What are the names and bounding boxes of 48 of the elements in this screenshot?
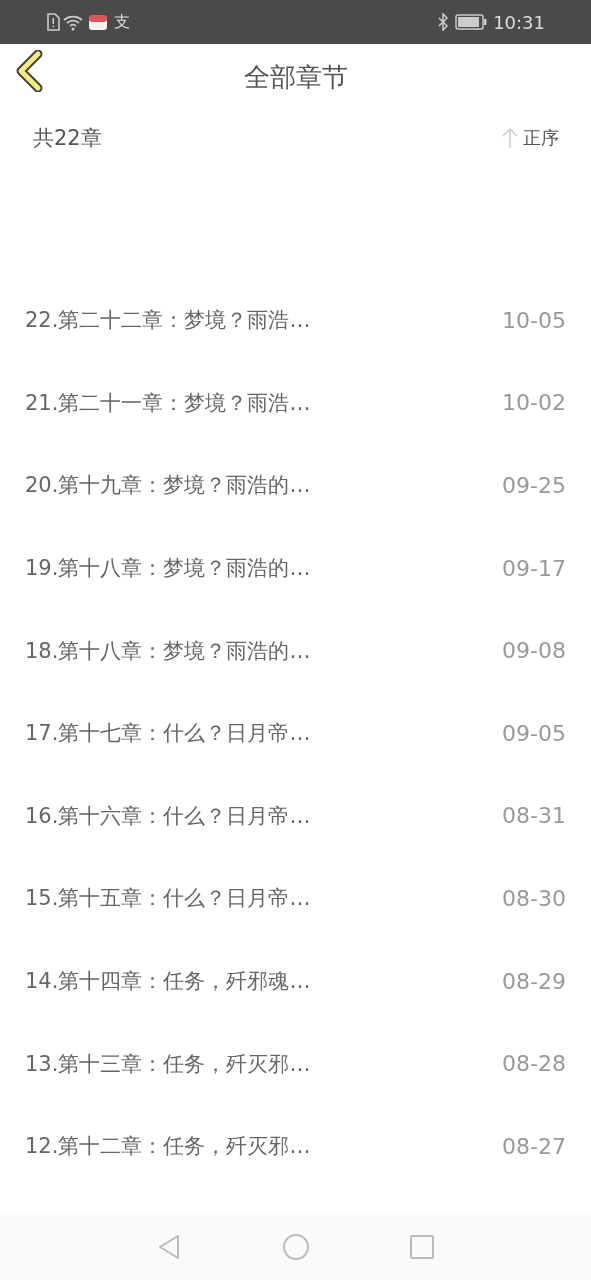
chapter-date: 09-05 [502, 720, 566, 746]
chapter-item[interactable]: 13.第十三章：任务，歼灭邪… 08-28 [0, 1022, 591, 1105]
chapter-date: 10-02 [502, 390, 566, 416]
app-notification-glyph: 支 [114, 11, 130, 33]
chapter-item[interactable]: 18.第十八章：梦境？雨浩的… 09-08 [0, 609, 591, 692]
home-circle-icon[interactable] [281, 1232, 310, 1261]
chapter-item[interactable]: 20.第十九章：梦境？雨浩的… 09-25 [0, 444, 591, 527]
chapter-date: 08-28 [502, 1051, 566, 1077]
chapter-item[interactable]: 19.第十八章：梦境？雨浩的… 09-17 [0, 526, 591, 610]
battery-icon [455, 14, 488, 30]
chapter-date: 09-08 [502, 638, 566, 664]
wifi-icon [63, 13, 85, 31]
chapter-count: 共22章 [33, 125, 102, 152]
back-chevron-icon [14, 50, 44, 92]
chapter-title: 13.第十三章：任务，歼灭邪… [25, 1050, 311, 1078]
chapter-item[interactable]: 16.第十六章：什么？日月帝… 08-31 [0, 774, 591, 858]
chapter-title: 12.第十二章：任务，歼灭邪… [25, 1133, 311, 1161]
bluetooth-icon [437, 13, 450, 31]
chapter-date: 08-29 [502, 968, 566, 994]
chapter-item[interactable]: 22.第二十二章：梦境？雨浩… 10-05 [0, 279, 591, 362]
chapter-item[interactable]: 15.第十五章：什么？日月帝… 08-30 [0, 857, 591, 940]
chapter-title: 21.第二十一章：梦境？雨浩… [25, 389, 311, 417]
chapter-title: 14.第十四章：任务，歼邪魂… [25, 968, 311, 996]
page-title: 全部章节 [243, 60, 348, 94]
chapter-title: 20.第十九章：梦境？雨浩的… [25, 472, 311, 500]
sim-alert-icon [46, 13, 60, 31]
chapter-title: 18.第十八章：梦境？雨浩的… [25, 637, 311, 665]
chapter-date: 08-31 [502, 803, 566, 829]
recents-square-icon[interactable] [407, 1232, 436, 1261]
chapter-date: 09-25 [502, 473, 566, 498]
back-button[interactable] [14, 50, 44, 92]
chapter-item[interactable]: 14.第十四章：任务，歼邪魂… 08-29 [0, 939, 591, 1023]
app-box-icon [88, 13, 108, 31]
chapter-title: 17.第十七章：什么？日月帝… [25, 720, 311, 748]
sort-button[interactable]: 正序 [501, 126, 559, 150]
chapter-date: 10-05 [502, 307, 566, 333]
status-time: 10:31 [493, 11, 545, 33]
chapter-item[interactable]: 12.第十二章：任务，歼灭邪… 08-27 [0, 1104, 591, 1188]
chapter-title: 16.第十六章：什么？日月帝… [25, 802, 311, 830]
chapter-item[interactable]: 21.第二十一章：梦境？雨浩… 10-02 [0, 361, 591, 445]
up-arrow-icon [501, 127, 519, 149]
chapter-date: 09-17 [502, 555, 566, 581]
chapter-title: 19.第十八章：梦境？雨浩的… [25, 555, 311, 583]
chapter-item[interactable]: 17.第十七章：什么？日月帝… 09-05 [0, 691, 591, 775]
chapter-date: 08-27 [502, 1133, 566, 1159]
chapter-title: 22.第二十二章：梦境？雨浩… [25, 307, 311, 335]
chapter-date: 08-30 [502, 885, 566, 911]
chapter-title: 15.第十五章：什么？日月帝… [25, 885, 311, 913]
